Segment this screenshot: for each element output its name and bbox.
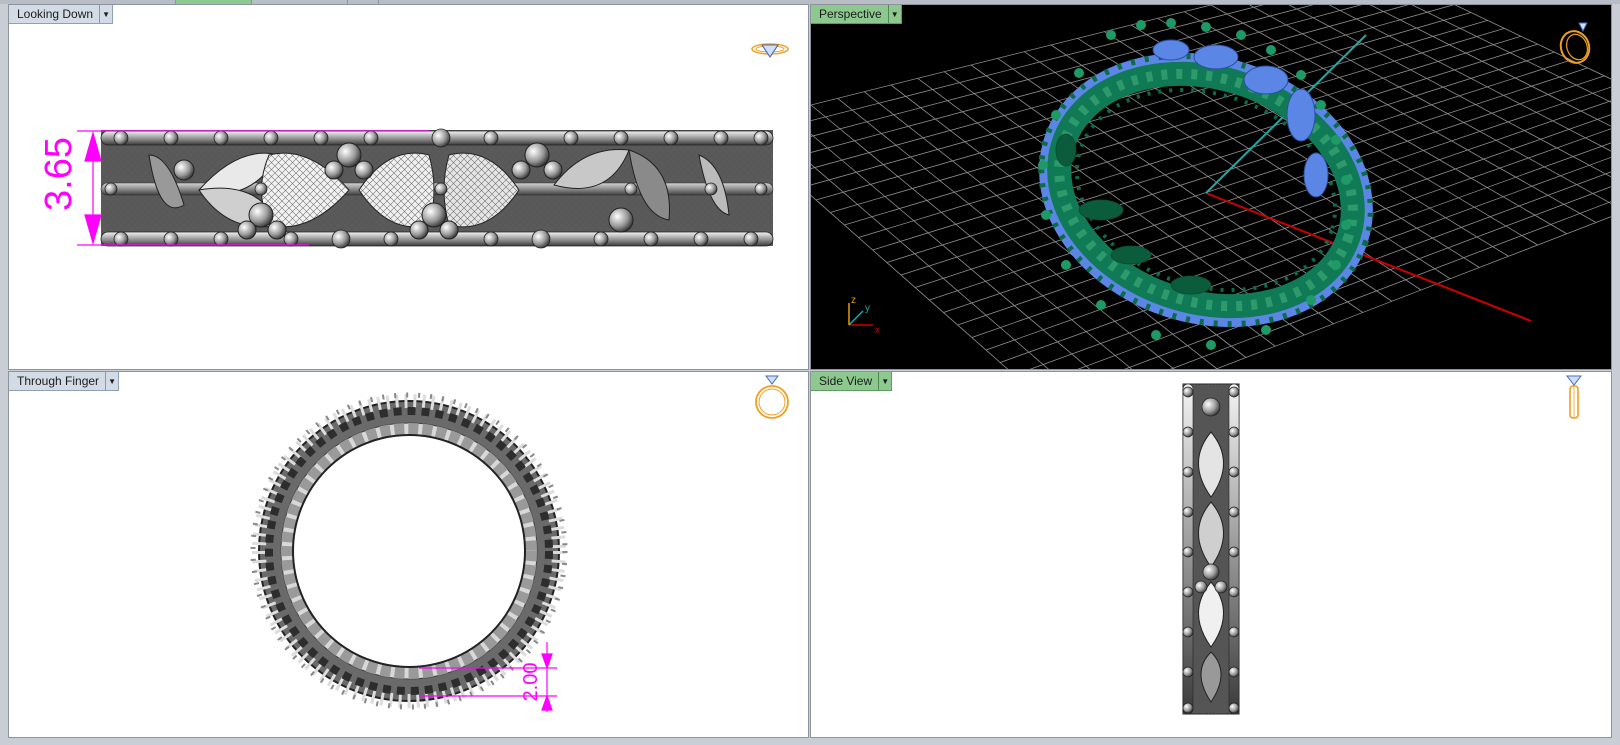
viewport-title: Perspective	[819, 7, 882, 21]
viewport-label-side-view[interactable]: Side View ▼	[811, 372, 893, 391]
viewport-label-looking-down[interactable]: Looking Down ▼	[9, 5, 114, 24]
dimension-height-label: 3.65	[38, 137, 80, 211]
dimension-thickness-label: 2.00	[520, 663, 542, 702]
viewport-title: Looking Down	[17, 7, 94, 21]
viewport-title: Side View	[819, 374, 873, 388]
ring-top-orientation-icon	[751, 43, 789, 58]
perspective-render: x y z	[811, 5, 1611, 369]
looking-down-render: 3.65	[38, 128, 774, 249]
viewport-through-finger[interactable]: 2.00 Through Finger ▼	[8, 371, 809, 738]
viewport-label-through-finger[interactable]: Through Finger ▼	[9, 372, 120, 391]
chevron-down-icon[interactable]: ▼	[878, 372, 891, 390]
viewport-label-perspective[interactable]: Perspective ▼	[811, 5, 902, 24]
ring-front-orientation-icon	[755, 375, 789, 419]
ring-side-orientation-icon	[1565, 375, 1583, 419]
axis-x-label: x	[875, 325, 880, 336]
viewport-looking-down[interactable]: 3.65 Looking Down ▼	[8, 4, 809, 370]
chevron-down-icon[interactable]: ▼	[99, 5, 112, 23]
viewport-title: Through Finger	[17, 374, 100, 388]
axis-gizmo: x y z	[848, 295, 880, 336]
axis-z-label: z	[851, 295, 856, 306]
ring-perspective-orientation-icon	[1559, 22, 1591, 64]
side-view-render	[1182, 383, 1240, 715]
axis-y-label: y	[865, 303, 870, 314]
through-finger-render: 2.00	[250, 392, 568, 712]
viewport-side-view[interactable]: Side View ▼	[810, 371, 1612, 738]
chevron-down-icon[interactable]: ▼	[105, 372, 118, 390]
viewport-perspective[interactable]: x y z Perspective ▼	[810, 4, 1612, 370]
chevron-down-icon[interactable]: ▼	[887, 5, 901, 23]
